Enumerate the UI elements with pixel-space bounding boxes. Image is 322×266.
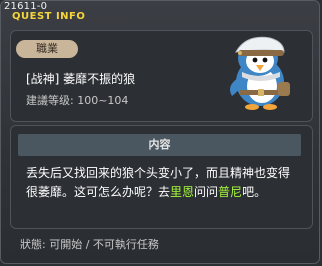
category-badge: 職業: [16, 40, 78, 58]
penguin-mascot-icon: [230, 36, 290, 110]
description-text-2: 问问: [194, 185, 219, 199]
description-text-3: 吧。: [242, 185, 267, 199]
content-header: 内容: [18, 134, 301, 156]
quest-description: 丢失后又找回来的狼个头变小了，而且精神也变得很萎靡。这可怎么办呢？去里恩问问普尼…: [26, 164, 296, 202]
quest-status: 狀態: 可開始 / 不可執行任務: [20, 238, 159, 251]
npc-link-lien[interactable]: 里恩: [170, 185, 194, 199]
quest-name: [战神] 萎靡不振的狼: [26, 72, 136, 86]
window-title: QUEST INFO: [12, 11, 86, 22]
level-requirement: 建議等级: 100~104: [26, 94, 129, 107]
npc-link-puni[interactable]: 普尼: [218, 185, 242, 199]
